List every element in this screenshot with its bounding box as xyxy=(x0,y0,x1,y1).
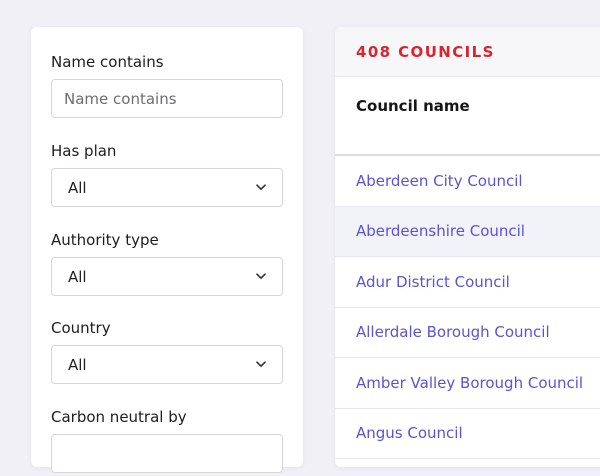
filter-carbon-neutral-label: Carbon neutral by xyxy=(51,408,187,426)
carbon-neutral-select[interactable] xyxy=(51,434,283,473)
has-plan-select[interactable]: All xyxy=(51,168,283,207)
column-header-label: Council name xyxy=(356,97,470,115)
column-header-council-name[interactable]: Council name xyxy=(335,77,600,156)
results-header: 408 COUNCILS xyxy=(335,27,600,77)
results-count: 408 COUNCILS xyxy=(356,42,495,61)
council-list: Aberdeen City Council Aberdeenshire Coun… xyxy=(335,156,600,459)
table-row: Adur District Council xyxy=(335,257,600,308)
authority-type-select[interactable]: All xyxy=(51,257,283,296)
filter-panel: Name contains Has plan All Authority typ… xyxy=(31,27,303,473)
table-row: Angus Council xyxy=(335,408,600,459)
filter-name-group: Name contains xyxy=(51,51,283,121)
filter-authority-type-label: Authority type xyxy=(51,231,159,249)
chevron-down-icon xyxy=(255,359,266,370)
council-link[interactable]: Adur District Council xyxy=(356,273,510,291)
filter-has-plan-label: Has plan xyxy=(51,142,117,160)
filter-carbon-neutral-group: Carbon neutral by xyxy=(51,406,283,476)
table-row: Amber Valley Borough Council xyxy=(335,358,600,409)
council-link[interactable]: Angus Council xyxy=(356,424,463,442)
filter-name-label: Name contains xyxy=(51,53,164,71)
table-row: Aberdeen City Council xyxy=(335,156,600,207)
table-row: Allerdale Borough Council xyxy=(335,307,600,358)
filter-country-label: Country xyxy=(51,319,111,337)
authority-type-value: All xyxy=(68,267,87,286)
council-link[interactable]: Aberdeenshire Council xyxy=(356,222,525,240)
name-contains-input[interactable] xyxy=(51,79,283,118)
has-plan-value: All xyxy=(68,178,87,197)
council-link[interactable]: Amber Valley Borough Council xyxy=(356,374,583,392)
council-link[interactable]: Allerdale Borough Council xyxy=(356,323,550,341)
filter-country-group: Country All xyxy=(51,317,283,387)
table-row: Aberdeenshire Council xyxy=(335,206,600,257)
country-select[interactable]: All xyxy=(51,345,283,384)
filter-authority-type-group: Authority type All xyxy=(51,229,283,299)
chevron-down-icon xyxy=(255,271,266,282)
council-link[interactable]: Aberdeen City Council xyxy=(356,172,523,190)
chevron-down-icon xyxy=(255,182,266,193)
filter-has-plan-group: Has plan All xyxy=(51,140,283,210)
country-value: All xyxy=(68,355,87,374)
results-panel: 408 COUNCILS Council name Aberdeen City … xyxy=(335,27,600,467)
